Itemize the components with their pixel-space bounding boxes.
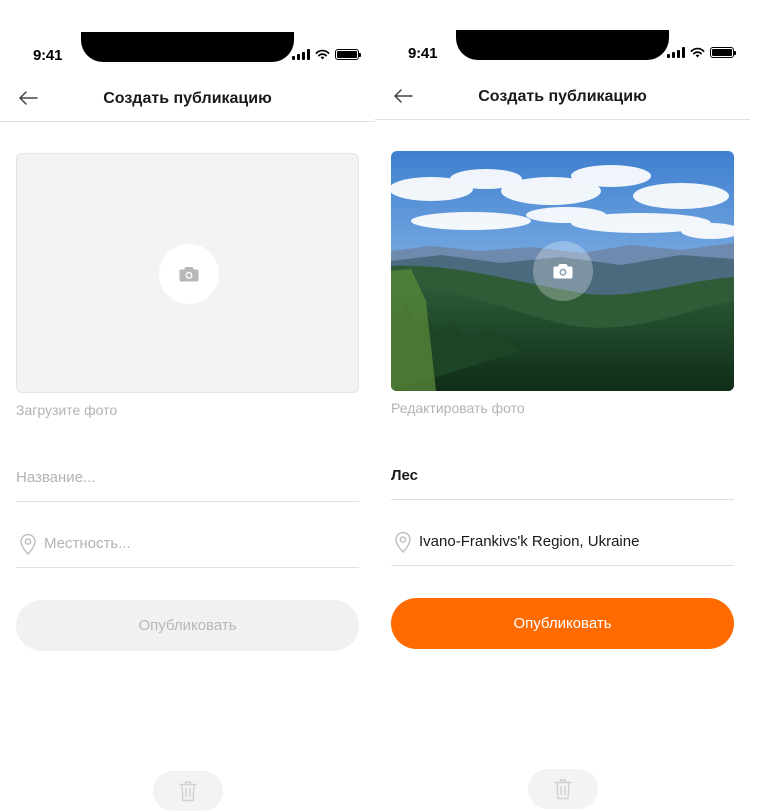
publish-button[interactable]: Опубликовать — [391, 598, 734, 649]
delete-button[interactable] — [528, 769, 598, 809]
cellular-signal-icon — [667, 47, 685, 58]
title-field[interactable]: Лес — [391, 452, 734, 500]
create-post-screen-filled: 9:41 Создать публикацию Редактировать фо… — [375, 0, 750, 810]
page-title: Создать публикацию — [478, 88, 647, 105]
camera-icon — [553, 264, 573, 279]
title-field[interactable]: Название... — [16, 454, 359, 502]
app-header: Создать публикацию — [375, 78, 750, 120]
change-photo-button[interactable] — [533, 241, 593, 301]
upload-photo-label[interactable]: Загрузите фото — [16, 402, 117, 418]
status-icons — [292, 49, 361, 60]
device-notch — [81, 32, 294, 62]
wifi-icon — [690, 47, 705, 58]
battery-icon — [335, 49, 361, 60]
trash-icon — [179, 781, 197, 802]
trash-icon — [554, 779, 572, 800]
location-field[interactable]: Ivano-Frankivs'k Region, Ukraine — [391, 518, 734, 566]
upload-photo-button[interactable] — [159, 244, 219, 304]
wifi-icon — [315, 49, 330, 60]
device-notch — [456, 30, 669, 60]
title-input[interactable]: Название... — [16, 469, 96, 486]
location-input[interactable]: Местность... — [44, 535, 131, 552]
location-input[interactable]: Ivano-Frankivs'k Region, Ukraine — [419, 533, 639, 550]
location-pin-icon — [16, 532, 40, 556]
location-field[interactable]: Местность... — [16, 520, 359, 568]
battery-icon — [710, 47, 736, 58]
location-pin-icon — [391, 530, 415, 554]
cellular-signal-icon — [292, 49, 310, 60]
status-icons — [667, 47, 736, 58]
app-header: Создать публикацию — [0, 80, 375, 122]
status-time: 9:41 — [408, 45, 438, 62]
title-input[interactable]: Лес — [391, 467, 418, 484]
camera-icon — [179, 267, 199, 282]
photo-upload-area[interactable] — [16, 153, 359, 393]
status-bar: 9:41 — [375, 0, 750, 64]
status-time: 9:41 — [33, 47, 63, 64]
delete-button[interactable] — [153, 771, 223, 811]
edit-photo-label[interactable]: Редактировать фото — [391, 400, 525, 416]
page-title: Создать публикацию — [103, 90, 272, 107]
uploaded-photo[interactable] — [391, 151, 734, 391]
create-post-screen-empty: 9:41 Создать публикацию Загрузите фото Н… — [0, 0, 375, 812]
publish-button[interactable]: Опубликовать — [16, 600, 359, 651]
status-bar: 9:41 — [0, 0, 375, 66]
